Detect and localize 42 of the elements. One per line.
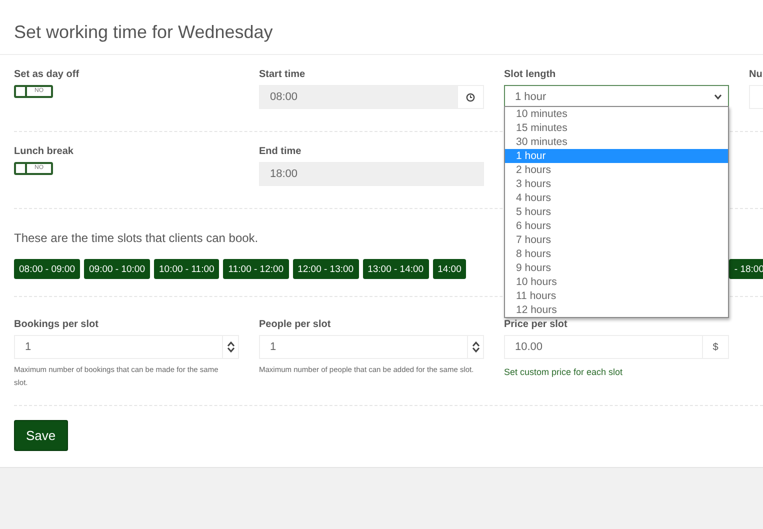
dropdown-option[interactable]: 4 hours [505, 191, 728, 205]
dropdown-option[interactable]: 5 hours [505, 205, 728, 219]
page-title: Set working time for Wednesday [0, 0, 763, 55]
time-slot-button[interactable]: 10:00 - 11:00 [154, 259, 220, 279]
time-slot-button[interactable]: 13:00 - 14:00 [362, 259, 429, 279]
number-field[interactable]: 1 [259, 335, 484, 359]
dropdown-option[interactable]: 12 hours [505, 303, 728, 317]
field-label: Bookings per slot [14, 319, 98, 330]
field-label: Lunch break [14, 146, 74, 157]
dropdown-option[interactable]: 15 minutes [505, 121, 728, 135]
field-label: Set as day off [14, 69, 80, 80]
custom-price-link[interactable]: Set custom price for each slot [504, 367, 623, 377]
dropdown-option[interactable]: 3 hours [505, 177, 728, 191]
dropdown-option[interactable]: 30 minutes [505, 135, 728, 149]
field-label: People per slot [259, 319, 331, 330]
field-label: Start time [259, 69, 306, 80]
time-slot-button[interactable]: 11:00 - 12:00 [223, 259, 289, 279]
dropdown-option[interactable]: 2 hours [505, 163, 728, 177]
number-field[interactable]: 1 [14, 335, 239, 359]
chevron-icon[interactable] [714, 94, 722, 100]
dropdown-option[interactable]: 7 hours [505, 233, 728, 247]
dropdown-option[interactable]: 8 hours [505, 247, 728, 261]
time-slot-button[interactable]: 09:00 - 10:00 [84, 259, 150, 279]
field-label: Price per slot [504, 319, 568, 330]
dropdown-option[interactable]: 10 hours [505, 275, 728, 289]
dropdown-option[interactable]: 9 hours [505, 261, 728, 275]
price-field[interactable]: 10.00 $ [504, 335, 729, 359]
field-label: Slot length [504, 69, 556, 80]
section-text: These are the time slots that clients can book. [14, 231, 258, 245]
clock-icon [466, 92, 475, 102]
dropdown-option[interactable]: 1 hour [505, 149, 728, 163]
time-slot-button[interactable]: 14:00 [432, 259, 466, 279]
field-label: End time [259, 146, 302, 157]
dropdown-option[interactable]: 6 hours [505, 219, 728, 233]
dropdown-option[interactable]: 10 minutes [505, 107, 728, 121]
field-label: Nu [749, 69, 762, 80]
time-field[interactable]: 08:00 [259, 85, 484, 109]
time-slot-button[interactable]: 12:00 - 13:00 [292, 259, 359, 279]
save-button[interactable]: Save [14, 420, 68, 451]
time-slot-button[interactable]: 08:00 - 09:00 [14, 259, 80, 279]
dropdown-option[interactable]: 11 hours [505, 289, 728, 303]
time-field[interactable]: 18:00 [259, 162, 484, 186]
